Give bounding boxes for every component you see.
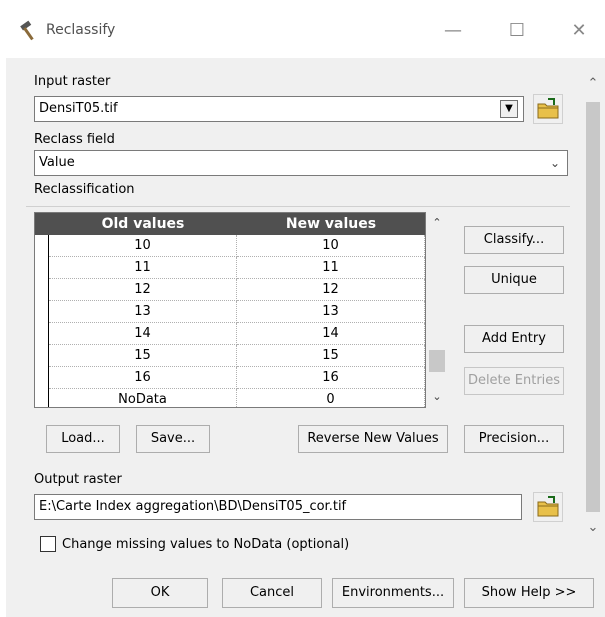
classify-button[interactable]: Classify...: [464, 226, 564, 254]
unique-button[interactable]: Unique: [464, 266, 564, 294]
table-header: Old values New values: [35, 213, 425, 235]
delete-entries-button[interactable]: Delete Entries: [464, 367, 564, 395]
change-missing-checkbox[interactable]: [40, 536, 56, 552]
input-raster-browse-button[interactable]: [533, 94, 563, 124]
panel-scrollbar[interactable]: ⌃ ⌄: [581, 58, 605, 566]
new-value-cell[interactable]: 0: [237, 389, 425, 407]
close-button[interactable]: ✕: [566, 18, 592, 44]
row-selector[interactable]: [35, 279, 49, 301]
row-selector[interactable]: [35, 367, 49, 389]
scroll-down-icon[interactable]: ⌄: [429, 390, 445, 403]
old-value-cell[interactable]: 15: [49, 345, 237, 367]
save-button[interactable]: Save...: [136, 425, 210, 453]
scroll-up-icon[interactable]: ⌃: [429, 216, 445, 229]
output-raster-label: Output raster: [34, 472, 122, 487]
new-value-cell[interactable]: 13: [237, 301, 425, 323]
old-value-cell[interactable]: 14: [49, 323, 237, 345]
table-scrollbar[interactable]: ⌃ ⌄: [426, 212, 448, 408]
old-value-cell[interactable]: 16: [49, 367, 237, 389]
scroll-down-icon[interactable]: ⌄: [585, 520, 601, 536]
window-title: Reclassify: [46, 22, 116, 38]
row-selector[interactable]: [35, 323, 49, 345]
output-raster-field[interactable]: E:\Carte Index aggregation\BD\DensiT05_c…: [34, 494, 522, 520]
title-bar: Reclassify — ☐ ✕: [6, 0, 605, 58]
old-value-cell[interactable]: 12: [49, 279, 237, 301]
row-selector[interactable]: [35, 235, 49, 257]
row-selector[interactable]: [35, 301, 49, 323]
cancel-button[interactable]: Cancel: [222, 578, 322, 608]
show-help-button[interactable]: Show Help >>: [464, 578, 594, 608]
chevron-down-icon: ▼: [505, 103, 513, 114]
reclassification-table[interactable]: Old values New values 10 10 11 11 12 12 13 13 14…: [34, 212, 426, 408]
folder-icon: [537, 496, 559, 517]
new-value-cell[interactable]: 15: [237, 345, 425, 367]
dialog-footer: OK Cancel Environments... Show Help >>: [6, 566, 605, 617]
reclass-field-value: Value: [39, 155, 75, 170]
reclass-field-select[interactable]: Value: [34, 150, 568, 176]
precision-button[interactable]: Precision...: [464, 425, 564, 453]
old-value-cell[interactable]: NoData: [49, 389, 237, 407]
reclassify-dialog: Reclassify — ☐ ✕ Input raster DensiT05.t…: [6, 0, 605, 617]
panel-scroll-thumb[interactable]: [586, 102, 600, 512]
environments-button[interactable]: Environments...: [332, 578, 454, 608]
reverse-new-values-button[interactable]: Reverse New Values: [298, 425, 448, 453]
scroll-up-icon[interactable]: ⌃: [585, 76, 601, 92]
old-value-cell[interactable]: 11: [49, 257, 237, 279]
reclass-field-label: Reclass field: [34, 132, 115, 147]
change-missing-label: Change missing values to NoData (optiona…: [62, 537, 350, 552]
input-raster-field[interactable]: DensiT05.tif: [34, 96, 524, 122]
old-value-cell[interactable]: 13: [49, 301, 237, 323]
folder-icon: [537, 98, 559, 119]
reclassification-label: Reclassification: [34, 182, 135, 197]
table-scroll-thumb[interactable]: [429, 350, 445, 372]
output-raster-value: E:\Carte Index aggregation\BD\DensiT05_c…: [39, 499, 347, 514]
add-entry-button[interactable]: Add Entry: [464, 325, 564, 353]
new-value-cell[interactable]: 14: [237, 323, 425, 345]
new-value-cell[interactable]: 12: [237, 279, 425, 301]
column-header-new[interactable]: New values: [237, 213, 425, 235]
row-selector[interactable]: [35, 257, 49, 279]
old-value-cell[interactable]: 10: [49, 235, 237, 257]
output-raster-browse-button[interactable]: [533, 492, 563, 522]
input-raster-dropdown[interactable]: ▼: [500, 100, 518, 118]
row-selector[interactable]: [35, 345, 49, 367]
new-value-cell[interactable]: 10: [237, 235, 425, 257]
column-header-old[interactable]: Old values: [49, 213, 237, 235]
row-selector[interactable]: [35, 389, 49, 407]
new-value-cell[interactable]: 11: [237, 257, 425, 279]
minimize-button[interactable]: —: [440, 18, 466, 44]
maximize-button[interactable]: ☐: [504, 18, 530, 44]
new-value-cell[interactable]: 16: [237, 367, 425, 389]
hammer-icon: [20, 20, 34, 41]
input-raster-value: DensiT05.tif: [39, 101, 118, 116]
input-raster-label: Input raster: [34, 74, 111, 89]
ok-button[interactable]: OK: [112, 578, 208, 608]
load-button[interactable]: Load...: [46, 425, 120, 453]
chevron-down-icon: ⌄: [550, 156, 561, 170]
